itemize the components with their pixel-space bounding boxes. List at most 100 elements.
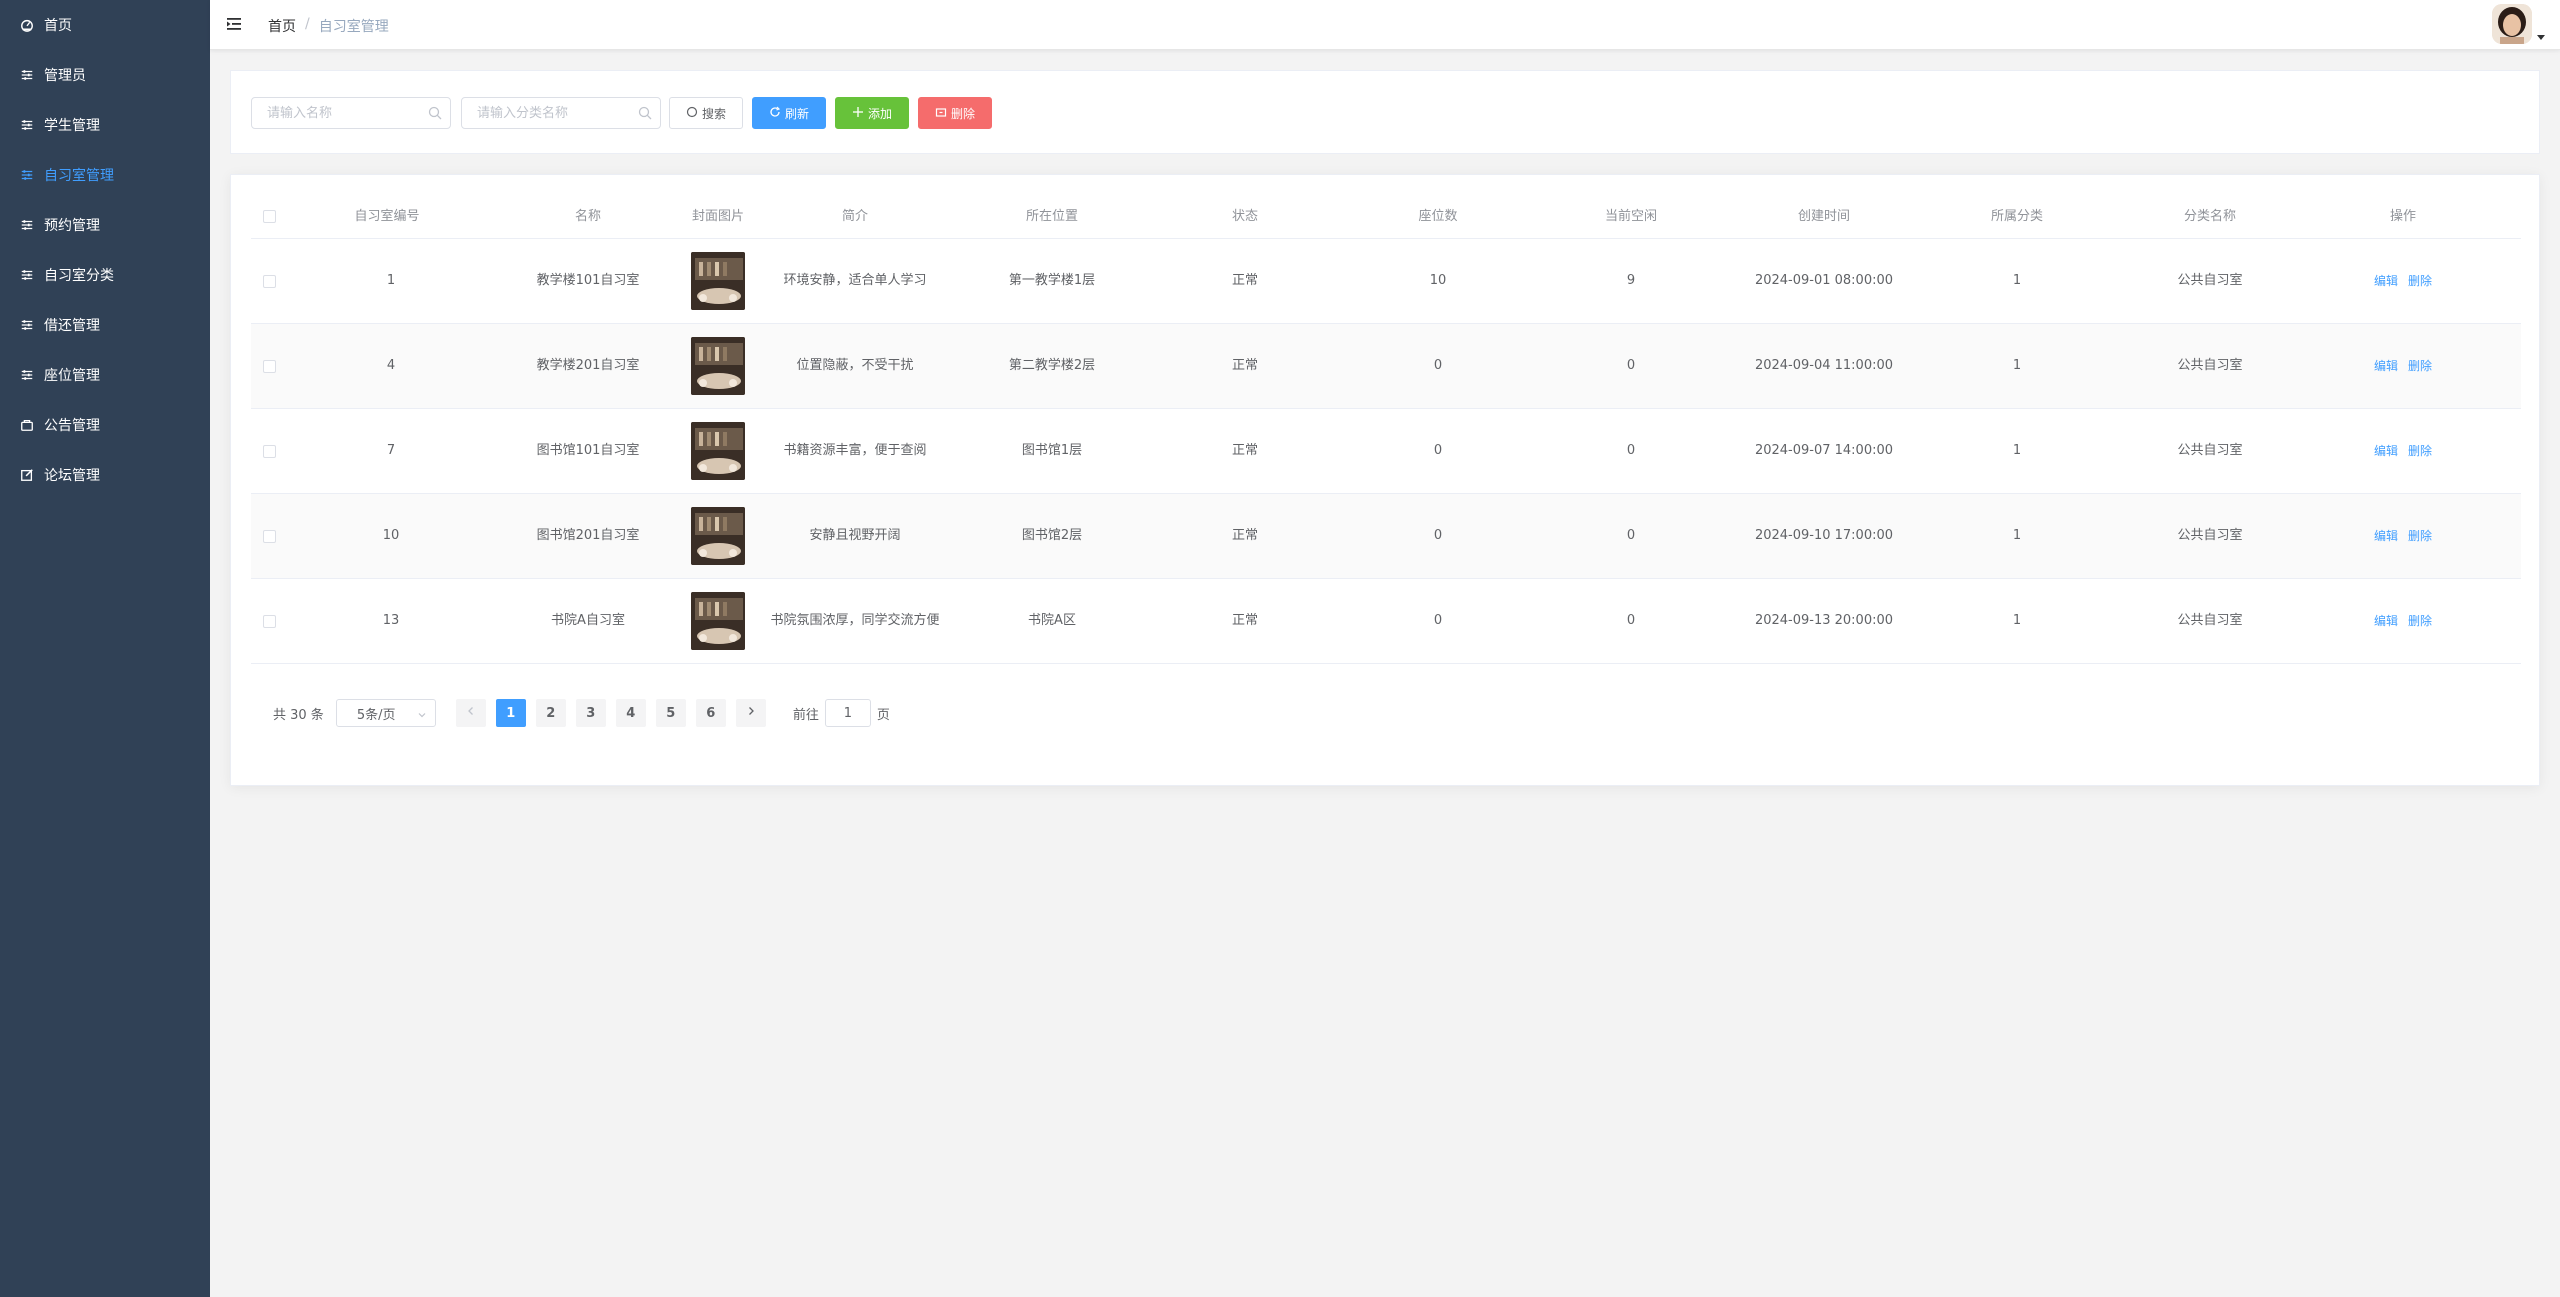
sidebar-item-seats[interactable]: 座位管理 [0, 350, 210, 400]
add-button[interactable]: 添加 [835, 97, 909, 129]
search-icon [638, 106, 652, 120]
cell-status: 正常 [1231, 528, 1258, 543]
delete-link[interactable]: 删除 [2408, 356, 2432, 376]
page-button-2[interactable]: 2 [535, 699, 566, 727]
delete-link[interactable]: 删除 [2408, 271, 2432, 291]
sidebar-item-label: 自习室分类 [44, 268, 114, 284]
cell-free: 0 [1626, 528, 1636, 543]
cell-category: 1 [2012, 273, 2022, 288]
sidebar-item-forum[interactable]: 论坛管理 [0, 450, 210, 500]
header-room-no: 自习室编号 [354, 208, 420, 224]
page-button-3[interactable]: 3 [575, 699, 606, 727]
cell-status: 正常 [1231, 443, 1258, 458]
sidebar-item-label: 预约管理 [44, 218, 100, 234]
table-row: 10 图书馆201自习室 安静且视野开阔 图书馆2层 正常 0 0 2024-0… [251, 494, 2521, 579]
page-button-4[interactable]: 4 [615, 699, 646, 727]
breadcrumb-current: 自习室管理 [318, 19, 389, 35]
caret-down-icon[interactable] [2536, 30, 2546, 40]
batch-delete-button[interactable]: 删除 [918, 97, 992, 129]
name-search-input[interactable] [252, 98, 450, 128]
delete-link[interactable]: 删除 [2408, 611, 2432, 631]
header-location: 所在位置 [1025, 208, 1078, 224]
breadcrumb-separator: / [305, 16, 310, 32]
cell-category: 1 [2012, 358, 2022, 373]
dashboard-icon [20, 18, 34, 32]
delete-icon [935, 106, 947, 121]
page-button-5[interactable]: 5 [655, 699, 686, 727]
hamburger-menu-icon[interactable] [226, 15, 244, 33]
row-checkbox[interactable] [263, 529, 276, 543]
row-checkbox[interactable] [263, 359, 276, 373]
header-category: 所属分类 [1990, 208, 2043, 224]
delete-link[interactable]: 删除 [2408, 526, 2432, 546]
edit-link[interactable]: 编辑 [2374, 611, 2398, 631]
cell-free: 0 [1626, 358, 1636, 373]
sidebar-item-home[interactable]: 首页 [0, 0, 210, 50]
cell-seats: 0 [1433, 528, 1443, 543]
sidebar-item-announcements[interactable]: 公告管理 [0, 400, 210, 450]
edit-link[interactable]: 编辑 [2374, 526, 2398, 546]
delete-link[interactable]: 删除 [2408, 441, 2432, 461]
cell-created-time: 2024-09-10 17:00:00 [1754, 528, 1894, 543]
edit-link[interactable]: 编辑 [2374, 356, 2398, 376]
cell-seats: 0 [1433, 358, 1443, 373]
category-search-input[interactable] [462, 98, 660, 128]
search-icon [428, 106, 442, 120]
page-button-6[interactable]: 6 [695, 699, 726, 727]
cell-status: 正常 [1231, 273, 1258, 288]
cover-image[interactable] [691, 337, 745, 395]
sidebar-item-room-categories[interactable]: 自习室分类 [0, 250, 210, 300]
sidebar-item-study-rooms[interactable]: 自习室管理 [0, 150, 210, 200]
cell-intro: 书院氛围浓厚，同学交流方便 [770, 613, 940, 628]
sidebar-item-reservations[interactable]: 预约管理 [0, 200, 210, 250]
cell-created-time: 2024-09-04 11:00:00 [1754, 358, 1894, 373]
cell-category: 1 [2012, 443, 2022, 458]
cell-category: 1 [2012, 613, 2022, 628]
header-operations: 操作 [2389, 208, 2416, 224]
refresh-button[interactable]: 刷新 [752, 97, 826, 129]
batch-delete-button-label: 删除 [950, 106, 975, 121]
cell-status: 正常 [1231, 613, 1258, 628]
table-row: 1 教学楼101自习室 环境安静，适合单人学习 第一教学楼1层 正常 10 9 … [251, 239, 2521, 324]
row-checkbox[interactable] [263, 274, 276, 288]
sidebar-item-label: 借还管理 [44, 318, 100, 334]
table-header: 自习室编号 名称 封面图片 简介 所在位置 状态 座位数 当前空闲 创建时间 所… [251, 195, 2521, 239]
chevron-right-icon [745, 705, 757, 721]
edit-link[interactable]: 编辑 [2374, 441, 2398, 461]
sidebar-item-admin[interactable]: 管理员 [0, 50, 210, 100]
avatar[interactable] [2492, 4, 2532, 44]
cover-image[interactable] [691, 507, 745, 565]
cell-category: 1 [2012, 528, 2022, 543]
cell-seats: 0 [1433, 613, 1443, 628]
breadcrumb: 首页 / 自习室管理 [268, 16, 389, 36]
header-cover-image: 封面图片 [691, 208, 744, 224]
row-checkbox[interactable] [263, 614, 276, 628]
refresh-icon [769, 106, 781, 121]
page-size-select[interactable]: 5条/页 [335, 699, 436, 727]
cell-intro: 安静且视野开阔 [809, 528, 901, 543]
name-search-field[interactable] [251, 97, 451, 129]
category-search-field[interactable] [461, 97, 661, 129]
cover-image[interactable] [691, 592, 745, 650]
prev-page-button[interactable] [455, 699, 486, 727]
next-page-button[interactable] [735, 699, 766, 727]
add-button-label: 添加 [867, 106, 892, 121]
row-checkbox[interactable] [263, 444, 276, 458]
sidebar-item-label: 学生管理 [44, 118, 100, 134]
sidebar-item-students[interactable]: 学生管理 [0, 100, 210, 150]
select-all-checkbox[interactable] [263, 210, 276, 223]
page-button-1[interactable]: 1 [495, 699, 526, 727]
edit-link[interactable]: 编辑 [2374, 271, 2398, 291]
cell-name: 图书馆101自习室 [536, 443, 640, 458]
goto-page-input[interactable] [824, 699, 871, 727]
breadcrumb-home[interactable]: 首页 [268, 16, 296, 36]
sidebar-item-borrow-return[interactable]: 借还管理 [0, 300, 210, 350]
cell-seats: 0 [1433, 443, 1443, 458]
table-panel: 自习室编号 名称 封面图片 简介 所在位置 状态 座位数 当前空闲 创建时间 所… [230, 174, 2540, 786]
search-button[interactable]: 搜索 [669, 97, 743, 129]
cover-image[interactable] [691, 422, 745, 480]
cell-created-time: 2024-09-01 08:00:00 [1754, 273, 1894, 288]
cell-category-name: 公共自习室 [2177, 613, 2243, 628]
cover-image[interactable] [691, 252, 745, 310]
chevron-left-icon [465, 705, 477, 721]
